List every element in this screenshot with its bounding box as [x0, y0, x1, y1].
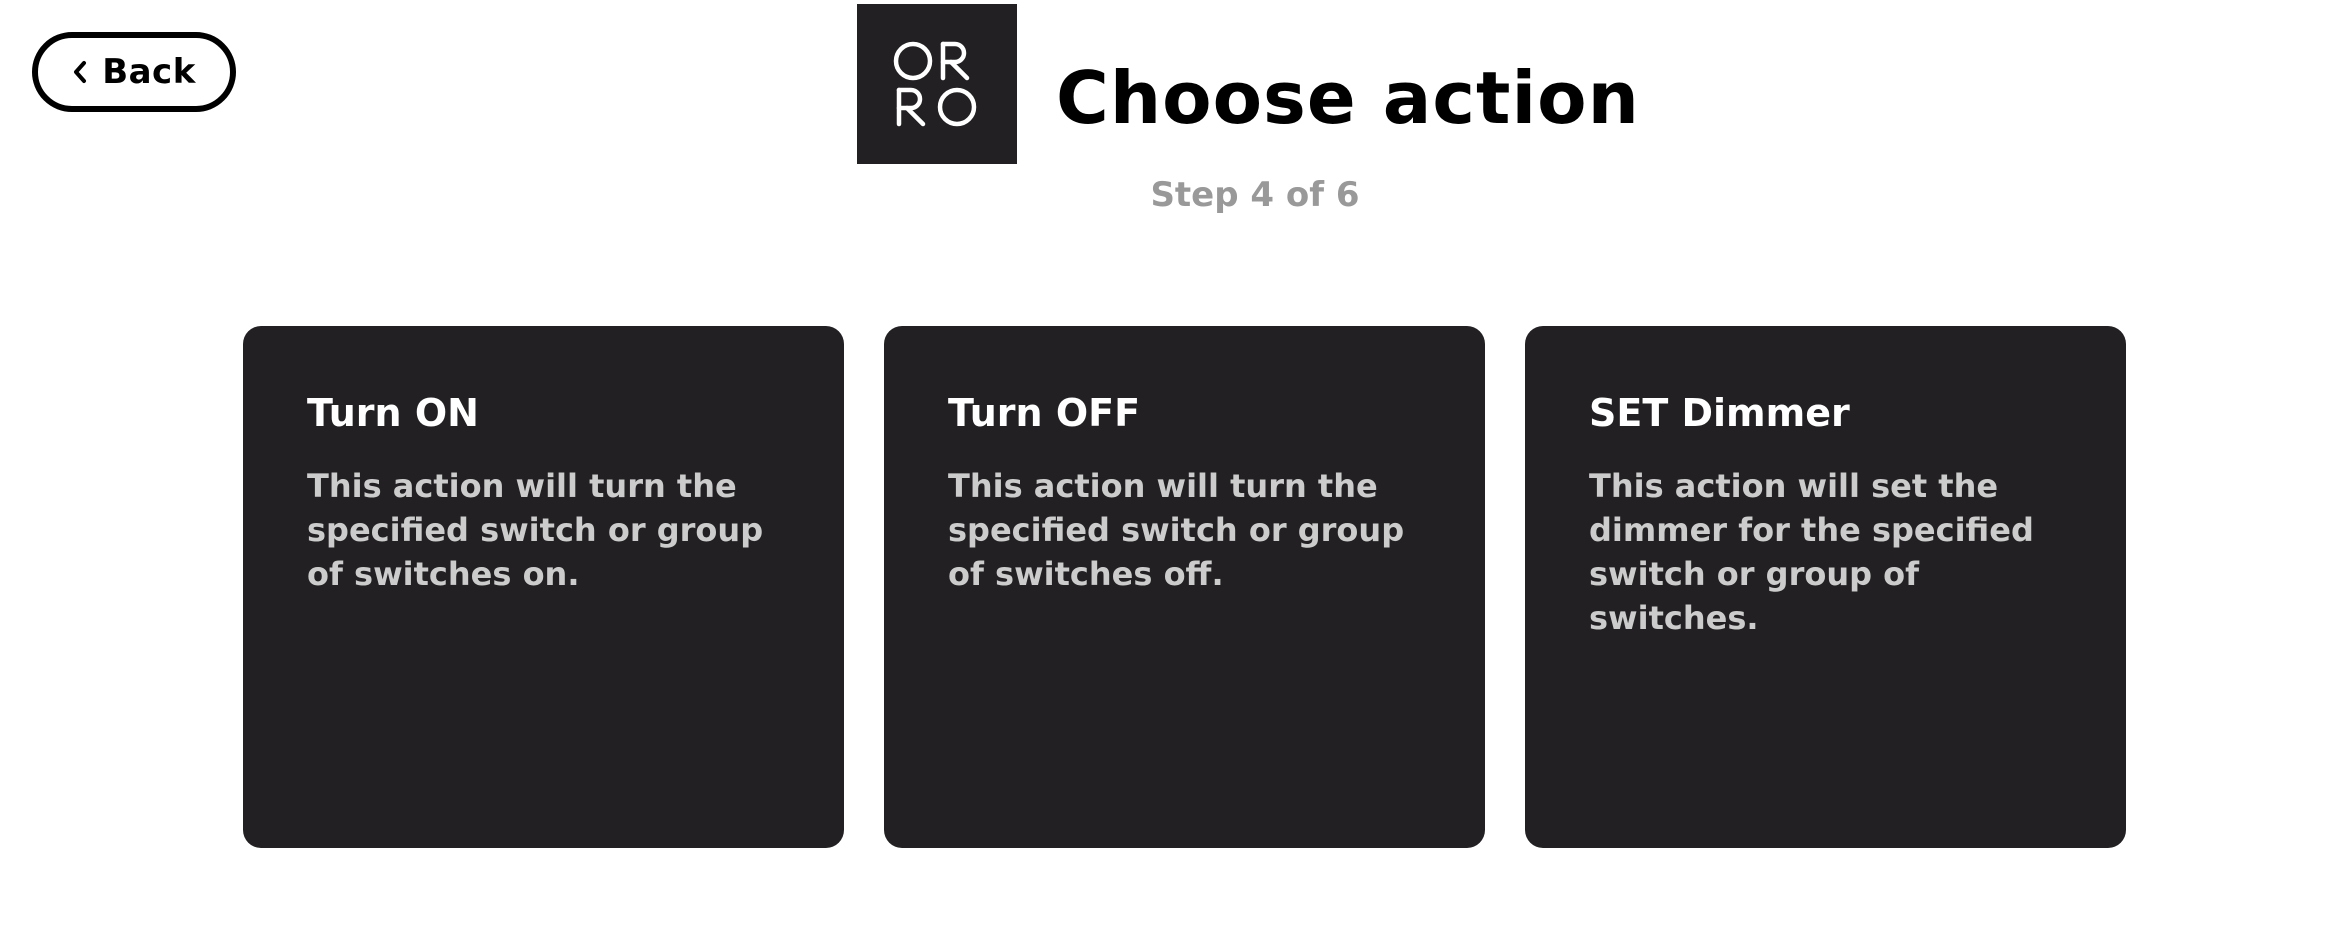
action-card-description: This action will set the dimmer for the … [1589, 467, 2034, 637]
action-card-description: This action will turn the specified swit… [307, 467, 764, 593]
action-card-description: This action will turn the specified swit… [948, 467, 1405, 593]
step-indicator: Step 4 of 6 [1150, 175, 1360, 215]
orro-logo [857, 4, 1017, 164]
page-title: Choose action [1056, 56, 1640, 140]
back-button-label: Back [102, 52, 196, 92]
action-card-turn-off[interactable]: Turn OFF This action will turn the speci… [884, 326, 1485, 848]
action-card-title: Turn OFF [948, 391, 1141, 435]
action-card-title: SET Dimmer [1589, 391, 1850, 435]
action-card-turn-on[interactable]: Turn ON This action will turn the specif… [243, 326, 844, 848]
action-card-title: Turn ON [307, 391, 479, 435]
orro-logo-mark [893, 41, 977, 127]
back-button[interactable]: Back [32, 32, 236, 112]
action-card-set-dimmer[interactable]: SET Dimmer This action will set the dimm… [1525, 326, 2126, 848]
chevron-left-icon [72, 60, 88, 84]
